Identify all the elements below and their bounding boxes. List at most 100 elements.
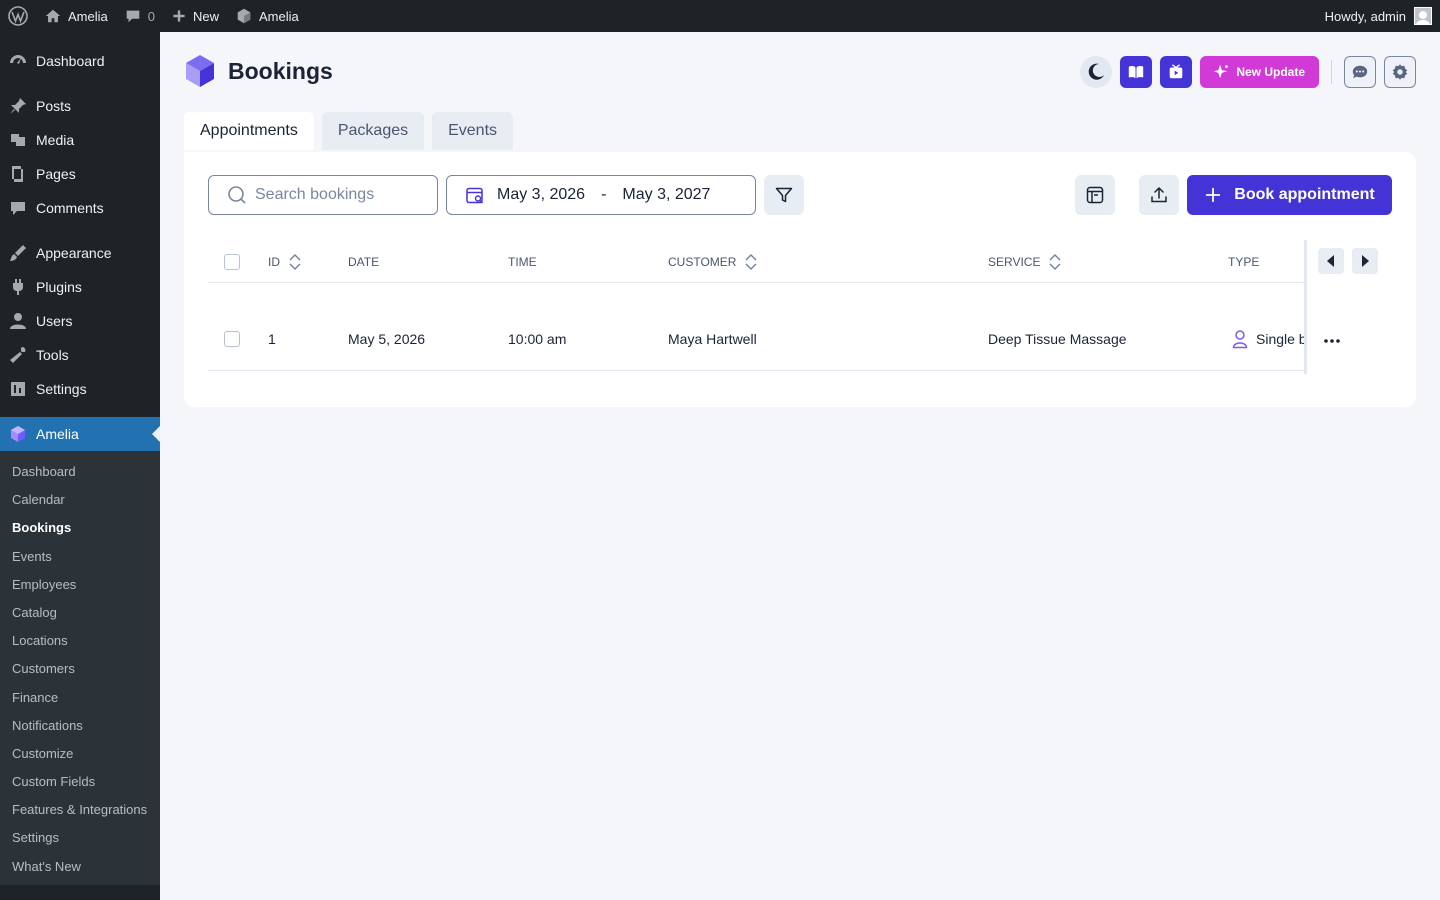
submenu-dashboard[interactable]: Dashboard [0,458,160,486]
dark-mode-toggle[interactable] [1080,56,1113,88]
menu-label: Users [36,313,73,329]
wp-logo-button[interactable] [0,0,36,32]
brush-icon [10,245,26,261]
my-account[interactable]: Howdy, admin [1325,7,1440,25]
page-header: Bookings [184,54,333,88]
amelia-adminbar-link[interactable]: Amelia [227,0,307,32]
submenu-bookings[interactable]: Bookings [0,514,160,542]
date-separator: - [601,186,607,203]
pin-icon [10,98,26,114]
home-icon [45,9,61,23]
menu-comments[interactable]: Comments [0,191,160,225]
menu-label: Plugins [36,279,82,295]
submenu-locations[interactable]: Locations [0,627,160,655]
filter-icon [775,187,793,203]
menu-pages[interactable]: Pages [0,157,160,191]
submenu-settings[interactable]: Settings [0,824,160,852]
date-to: May 3, 2027 [622,186,711,203]
submenu-catalog[interactable]: Catalog [0,599,160,627]
moon-icon [1089,63,1105,80]
avatar [1414,7,1432,25]
site-name-link[interactable]: Amelia [36,0,116,32]
upload-icon [1151,187,1167,203]
table-fixed-actions-column [1304,240,1392,374]
search-placeholder: Search bookings [255,186,375,203]
table-header: ID DATE TIME CUSTOMER SERVICE TYPE [208,240,1392,283]
menu-media[interactable]: Media [0,123,160,157]
new-content-link[interactable]: New [163,0,227,32]
submenu-events[interactable]: Events [0,543,160,571]
menu-amelia[interactable]: Amelia [0,417,160,451]
submenu-customers[interactable]: Customers [0,655,160,683]
column-time: TIME [508,240,537,283]
new-update-button[interactable]: New Update [1200,56,1319,88]
menu-label: Amelia [36,426,79,442]
comments-link[interactable]: 0 [116,0,163,32]
select-all-checkbox[interactable] [224,254,240,270]
column-id[interactable]: ID [268,240,302,283]
scroll-right-button[interactable] [1352,248,1378,274]
plus-icon [173,10,185,22]
caret-left-icon [1327,255,1334,267]
howdy-text: Howdy, admin [1324,8,1406,24]
table-row[interactable]: 1 May 5, 2026 10:00 am Maya Hartwell Dee… [208,283,1392,371]
submenu-features-integrations[interactable]: Features & Integrations [0,796,160,824]
book-appointment-button[interactable]: Book appointment [1187,175,1392,215]
column-type: TYPE [1228,240,1259,283]
menu-posts[interactable]: Posts [0,89,160,123]
sparkle-icon [1214,64,1229,79]
scroll-left-button[interactable] [1318,248,1344,274]
submenu-employees[interactable]: Employees [0,571,160,599]
submenu-custom-fields[interactable]: Custom Fields [0,768,160,796]
book-appointment-label: Book appointment [1234,186,1375,203]
menu-settings[interactable]: Settings [0,372,160,406]
menu-users[interactable]: Users [0,304,160,338]
sort-icon [289,253,301,270]
columns-customize-button[interactable] [1075,175,1115,215]
menu-plugins[interactable]: Plugins [0,270,160,304]
submenu-finance[interactable]: Finance [0,684,160,712]
person-icon [1232,330,1248,349]
settings-icon [11,382,25,396]
menu-dashboard[interactable]: Dashboard [0,44,160,78]
submenu-whats-new[interactable]: What's New [0,853,160,881]
column-label: SERVICE [988,254,1041,269]
submenu-customize[interactable]: Customize [0,740,160,768]
documentation-button[interactable] [1120,56,1153,88]
bookings-tabs: Appointments Packages Events [184,112,514,150]
chat-icon [1352,65,1368,79]
submenu-calendar[interactable]: Calendar [0,486,160,514]
row-actions-button[interactable] [1320,334,1344,348]
amelia-label: Amelia [259,8,299,24]
amelia-icon [11,426,25,442]
settings-button[interactable] [1384,56,1416,88]
column-service[interactable]: SERVICE [988,240,1062,283]
tab-events[interactable]: Events [432,112,514,150]
tab-appointments[interactable]: Appointments [184,112,314,150]
column-customer[interactable]: CUSTOMER [668,240,758,283]
cell-customer: Maya Hartwell [668,331,757,347]
main-content: Bookings New Update Appointments Package… [160,32,1440,900]
column-label: CUSTOMER [668,254,737,269]
sort-icon [1049,253,1061,270]
export-button[interactable] [1139,175,1179,215]
date-range-picker[interactable]: May 3, 2026 - May 3, 2027 [446,175,756,215]
row-checkbox[interactable] [224,331,240,347]
tab-packages[interactable]: Packages [321,112,425,150]
submenu-notifications[interactable]: Notifications [0,712,160,740]
media-icon [11,134,25,146]
sort-icon [745,253,757,270]
menu-appearance[interactable]: Appearance [0,236,160,270]
cell-date: May 5, 2026 [348,331,426,347]
plus-icon [1206,187,1221,203]
book-icon [1129,66,1144,79]
support-chat-button[interactable] [1344,56,1376,88]
search-bookings-input[interactable]: Search bookings [208,175,438,215]
menu-tools[interactable]: Tools [0,338,160,372]
calendar-search-icon [466,187,483,204]
filter-button[interactable] [764,175,804,215]
video-tutorials-button[interactable] [1160,56,1193,88]
column-label: DATE [348,254,380,269]
menu-label: Dashboard [36,53,105,69]
date-from: May 3, 2026 [497,186,586,203]
